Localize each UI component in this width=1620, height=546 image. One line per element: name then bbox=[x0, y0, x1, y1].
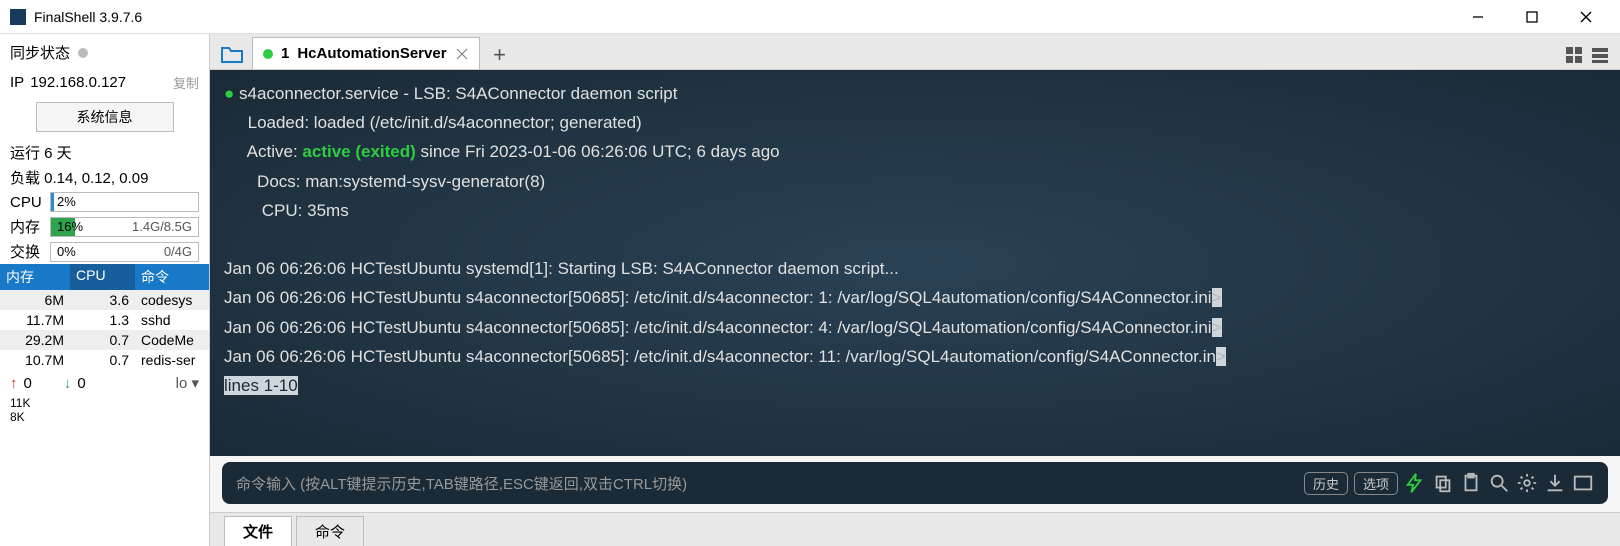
tab-index: 1 bbox=[281, 45, 289, 62]
swap-label: 交换 bbox=[10, 241, 46, 262]
cpu-percent: 2% bbox=[57, 194, 76, 209]
sync-status-label: 同步状态 bbox=[10, 42, 70, 63]
swap-meter: 交换 0% 0/4G bbox=[0, 239, 209, 264]
network-row: ↑ 0 ↓ 0 lo ▾ bbox=[0, 370, 209, 396]
add-tab-button[interactable]: + bbox=[486, 41, 514, 69]
paste-icon[interactable] bbox=[1460, 472, 1482, 494]
memory-percent: 16% bbox=[57, 219, 83, 234]
sidebar: 同步状态 IP 192.168.0.127 复制 系统信息 运行 6 天 负载 … bbox=[0, 34, 210, 546]
memory-meter: 内存 16% 1.4G/8.5G bbox=[0, 214, 209, 239]
file-tab[interactable]: 文件 bbox=[224, 516, 292, 546]
command-tab[interactable]: 命令 bbox=[296, 516, 364, 546]
bottom-tabs: 文件 命令 bbox=[210, 512, 1620, 546]
process-header-cpu[interactable]: CPU bbox=[70, 264, 135, 290]
session-tab[interactable]: 1 HcAutomationServer bbox=[252, 37, 480, 69]
list-view-icon[interactable] bbox=[1590, 45, 1610, 65]
status-bullet-icon: ● bbox=[224, 84, 239, 103]
process-header-mem[interactable]: 内存 bbox=[0, 264, 70, 290]
system-info-button[interactable]: 系统信息 bbox=[36, 102, 174, 132]
gear-icon[interactable] bbox=[1516, 472, 1538, 494]
status-dot-icon bbox=[263, 49, 273, 59]
grid-view-icon[interactable] bbox=[1564, 45, 1584, 65]
pager-status: lines 1-10 bbox=[224, 376, 298, 395]
flash-icon[interactable] bbox=[1404, 472, 1426, 494]
process-table-header: 内存 CPU 命令 bbox=[0, 264, 209, 290]
swap-percent: 0% bbox=[57, 244, 76, 259]
table-row[interactable]: 29.2M 0.7 CodeMe bbox=[0, 330, 209, 350]
app-title: FinalShell 3.9.7.6 bbox=[34, 9, 1460, 25]
upload-value: 0 bbox=[24, 375, 32, 392]
terminal-output[interactable]: ● s4aconnector.service - LSB: S4AConnect… bbox=[210, 70, 1620, 456]
open-folder-button[interactable] bbox=[216, 39, 248, 69]
memory-detail: 1.4G/8.5G bbox=[132, 219, 192, 234]
copy-ip-link[interactable]: 复制 bbox=[173, 73, 199, 92]
table-row[interactable]: 11.7M 1.3 sshd bbox=[0, 310, 209, 330]
swap-detail: 0/4G bbox=[164, 244, 192, 259]
search-icon[interactable] bbox=[1488, 472, 1510, 494]
uptime-text: 运行 6 天 bbox=[0, 140, 209, 165]
network-interface[interactable]: lo ▾ bbox=[176, 374, 199, 392]
window-controls bbox=[1460, 5, 1604, 29]
command-bar: 命令输入 (按ALT键提示历史,TAB键路径,ESC键返回,双击CTRL切换) … bbox=[222, 462, 1608, 504]
tab-label: HcAutomationServer bbox=[297, 45, 446, 62]
ip-label: IP bbox=[10, 74, 24, 91]
title-bar: FinalShell 3.9.7.6 bbox=[0, 0, 1620, 34]
sync-status-dot-icon bbox=[78, 48, 88, 58]
copy-icon[interactable] bbox=[1432, 472, 1454, 494]
fullscreen-icon[interactable] bbox=[1572, 472, 1594, 494]
session-tabbar: 1 HcAutomationServer + bbox=[210, 34, 1620, 70]
options-button[interactable]: 选项 bbox=[1354, 472, 1398, 495]
close-button[interactable] bbox=[1568, 5, 1604, 29]
history-button[interactable]: 历史 bbox=[1304, 472, 1348, 495]
maximize-button[interactable] bbox=[1514, 5, 1550, 29]
load-text: 负载 0.14, 0.12, 0.09 bbox=[0, 165, 209, 190]
minimize-button[interactable] bbox=[1460, 5, 1496, 29]
process-table-body: 6M 3.6 codesys 11.7M 1.3 sshd 29.2M 0.7 … bbox=[0, 290, 209, 370]
cpu-label: CPU bbox=[10, 194, 46, 211]
ip-row: IP 192.168.0.127 复制 bbox=[0, 69, 209, 96]
process-header-cmd[interactable]: 命令 bbox=[135, 264, 209, 290]
table-row[interactable]: 10.7M 0.7 redis-ser bbox=[0, 350, 209, 370]
sync-status-row: 同步状态 bbox=[0, 34, 209, 69]
chart-scale: 11K 8K bbox=[0, 396, 209, 425]
app-icon bbox=[10, 9, 26, 25]
download-arrow-icon: ↓ bbox=[64, 375, 72, 392]
layout-icons bbox=[1564, 45, 1620, 69]
memory-label: 内存 bbox=[10, 216, 46, 237]
command-input[interactable]: 命令输入 (按ALT键提示历史,TAB键路径,ESC键返回,双击CTRL切换) bbox=[236, 473, 1304, 494]
upload-arrow-icon: ↑ bbox=[10, 375, 18, 392]
ip-value: 192.168.0.127 bbox=[30, 74, 126, 91]
download-icon[interactable] bbox=[1544, 472, 1566, 494]
download-value: 0 bbox=[77, 375, 85, 392]
table-row[interactable]: 6M 3.6 codesys bbox=[0, 290, 209, 310]
cpu-meter: CPU 2% bbox=[0, 190, 209, 214]
right-pane: 1 HcAutomationServer + ● s4aconnector.se… bbox=[210, 34, 1620, 546]
close-tab-button[interactable] bbox=[455, 47, 469, 61]
